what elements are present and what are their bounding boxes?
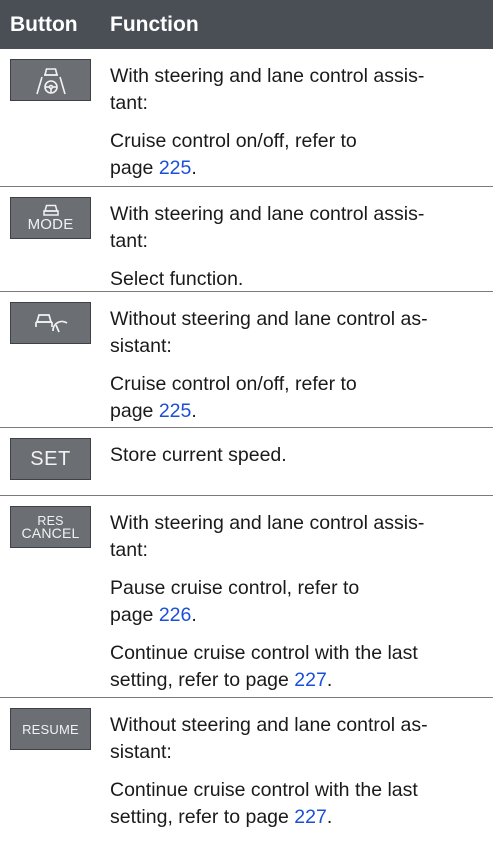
page-link[interactable]: 226 [159,604,192,626]
function-text: Cruise control on/off, refer to page 225… [110,128,424,181]
function-cell: Without steering and lane control as- si… [110,698,428,859]
function-text: Pause cruise control, refer to page 226. [110,575,424,628]
text-segment: . [191,156,197,179]
text-segment: . [326,805,333,828]
text-segment: Cruise control on/off, refer to page [110,373,357,422]
table-row: RES CANCEL With steering and lane contro… [0,496,493,698]
function-cell: Store current speed. [110,428,287,495]
button-cell [0,49,110,186]
function-text: Continue cruise control with the last se… [110,777,428,830]
function-text: With steering and lane control assis- ta… [110,203,425,252]
table-row: RESUME Without steering and lane control… [0,698,493,859]
table-row: SET Store current speed. [0,428,493,496]
table-row: Without steering and lane control as- si… [0,292,493,428]
page-link[interactable]: 225 [159,400,192,422]
cruise-control-steering-assist-icon [10,59,91,101]
function-text: Without steering and lane control as- si… [110,308,428,357]
table-header: Button Function [0,0,493,49]
page-link[interactable]: 225 [159,157,192,179]
page-link[interactable]: 227 [294,669,327,691]
set-icon: SET [10,438,91,480]
button-cell: MODE [0,187,110,291]
text-segment: Pause cruise control, refer to page [110,577,360,626]
text-segment: . [191,399,197,422]
function-text: Without steering and lane control as- si… [110,714,428,763]
header-button: Button [10,12,78,36]
header-function: Function [110,12,199,36]
text-segment: . [326,668,333,691]
button-cell: SET [0,428,110,495]
cruise-control-icon [10,302,91,344]
function-cell: With steering and lane control assis- ta… [110,496,424,697]
function-text: With steering and lane control assis- ta… [110,512,425,561]
res-cancel-icon: RES CANCEL [10,506,91,548]
cancel-label: CANCEL [21,525,80,541]
function-text: Select function. [110,268,244,290]
text-segment: Continue cruise control with the last se… [110,779,418,828]
text-segment: . [191,603,197,626]
resume-icon: RESUME [10,708,91,750]
mode-label: MODE [27,216,74,233]
function-cell: With steering and lane control assis- ta… [110,49,424,186]
set-label: SET [30,447,71,470]
function-table: Button Function With steering and lane c… [0,0,493,859]
button-cell: RES CANCEL [0,496,110,697]
res-cancel-label-stack: RES CANCEL [21,515,80,541]
function-text: Store current speed. [110,444,287,466]
resume-label: RESUME [22,721,79,737]
button-cell: RESUME [0,698,110,859]
function-text: Cruise control on/off, refer to page 225… [110,371,428,424]
mode-icon: MODE [10,197,91,239]
table-row: With steering and lane control assis- ta… [0,49,493,187]
table-row: MODE With steering and lane control assi… [0,187,493,292]
function-text: Continue cruise control with the last se… [110,640,424,693]
function-text: With steering and lane control assis- ta… [110,65,425,114]
function-cell: Without steering and lane control as- si… [110,292,428,427]
text-segment: Cruise control on/off, refer to page [110,130,357,179]
text-segment: Continue cruise control with the last se… [110,642,418,691]
mode-label-stack: MODE [28,204,74,232]
function-cell: With steering and lane control assis- ta… [110,187,424,291]
page-link[interactable]: 227 [294,806,327,828]
button-cell [0,292,110,427]
